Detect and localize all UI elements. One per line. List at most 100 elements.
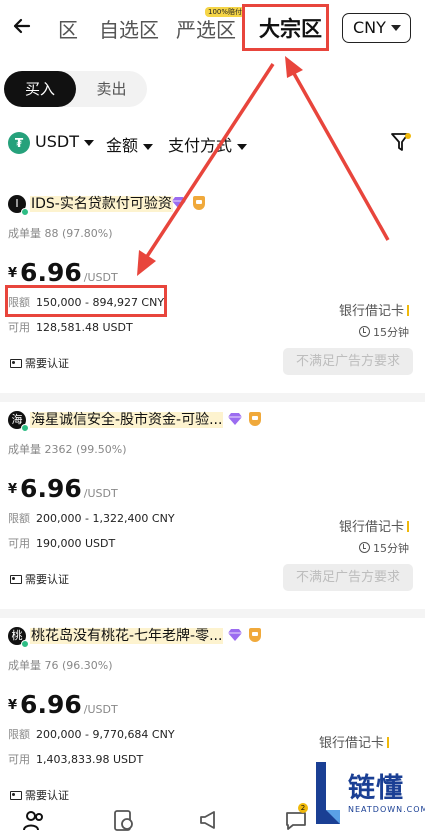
available-value: 128,581.48 USDT [36,321,133,334]
tether-icon: ₮ [8,132,30,154]
available-value: 190,000 USDT [36,537,116,550]
merchant-name[interactable]: IDS-实名贷款付可验资 [30,193,173,213]
annotation-box-tab [242,4,329,51]
amount-filter-label: 金额 [106,136,139,155]
merchant-name-text: 桃花岛没有桃花-七年老牌-零... [30,628,224,644]
verification-label: 需要认证 [25,357,69,370]
caret-down-icon [237,143,248,150]
coin-filter-label: USDT [35,132,79,151]
payment-method: 银行借记卡 [339,516,409,535]
divider [0,393,425,402]
merchant-avatar: 海 [8,411,29,432]
tab-favorites[interactable]: 自选区 [99,14,159,43]
order-stats: 成单量 88 (97.80%) [8,225,113,241]
avatar-initial: I [15,197,19,210]
merchant-name-text: IDS-实名贷款付可验资 [30,196,173,212]
filter-bar: ₮ USDT 金额 支付方式 [0,128,425,158]
price: ¥6.96/USDT [8,258,118,287]
verification-label: 需要认证 [25,789,69,802]
merchant-name-text: 海星诚信安全-股市资金-可验... [30,412,224,428]
amount-filter[interactable]: 金额 [106,132,154,156]
watermark-logo: 链懂 NEATDOWN.COM [308,760,425,830]
buy-tab[interactable]: 买入 [4,71,76,107]
order-stats: 成单量 76 (96.30%) [8,657,113,673]
chat-badge: 2 [298,803,308,813]
megaphone-icon[interactable] [197,808,221,831]
orders-value: 2362 (99.50%) [44,443,127,456]
online-status-dot [21,208,29,216]
requirement-not-met-button[interactable]: 不满足广告方要求 [283,564,413,591]
deposit-shield-icon [193,196,205,210]
watermark-l-icon [316,762,340,824]
orders-label: 成单量 [8,659,41,672]
limit-label: 限额 [8,512,30,525]
payment-color-bar [407,305,409,316]
price-unit: /USDT [83,271,118,284]
price-unit: /USDT [83,487,118,500]
verification-required: 需要认证 [10,787,69,803]
top-bar: 区 自选区 严选区 100%赔付 大宗区 CNY [0,0,425,56]
payment-time-value: 15分钟 [373,326,409,339]
payment-method: 银行借记卡 [339,300,409,319]
clock-icon [359,542,370,553]
limit-row: 限额 200,000 - 9,770,684 CNY [8,726,175,742]
order-stats: 成单量 2362 (99.50%) [8,441,127,457]
payment-method-label: 银行借记卡 [338,304,404,319]
merchant-name[interactable]: 海星诚信安全-股市资金-可验... [30,409,224,429]
divider [0,609,425,618]
price: ¥6.96/USDT [8,690,118,719]
online-status-dot [21,424,29,432]
deposit-shield-icon [249,628,261,642]
filter-funnel-icon[interactable] [390,130,412,154]
available-label: 可用 [8,537,30,550]
orders-value: 88 (97.80%) [44,227,113,240]
diamond-merchant-icon [172,197,186,209]
diamond-merchant-icon [228,629,242,641]
tab-partial[interactable]: 区 [58,14,78,43]
merchant-avatar: 桃 [8,627,29,648]
available-value: 1,403,833.98 USDT [36,753,144,766]
payment-filter-label: 支付方式 [168,136,233,155]
orders-clock-icon[interactable] [112,808,136,831]
price-unit: /USDT [83,703,118,716]
id-card-icon [10,791,22,800]
annotation-arrowhead [285,56,303,78]
tab-selected[interactable]: 严选区 [176,14,236,43]
verification-label: 需要认证 [25,573,69,586]
available-row: 可用 1,403,833.98 USDT [8,751,143,767]
users-icon[interactable] [22,808,46,831]
payment-time-value: 15分钟 [373,542,409,555]
coin-filter[interactable]: USDT [35,132,94,151]
sell-tab[interactable]: 卖出 [76,71,147,107]
currency-symbol: ¥ [8,698,18,713]
requirement-not-met-button[interactable]: 不满足广告方要求 [283,348,413,375]
price-value: 6.96 [20,690,82,719]
price-value: 6.96 [20,474,82,503]
currency-symbol: ¥ [8,266,18,281]
back-arrow-icon[interactable] [8,12,36,40]
diamond-merchant-icon [228,413,242,425]
avatar-initial: 海 [11,413,23,426]
payment-method-label: 银行借记卡 [318,736,384,751]
available-label: 可用 [8,321,30,334]
limit-value: 200,000 - 9,770,684 CNY [36,728,175,741]
limit-label: 限额 [8,728,30,741]
caret-down-icon [143,143,154,150]
merchant-name[interactable]: 桃花岛没有桃花-七年老牌-零... [30,625,224,645]
payment-method-label: 银行借记卡 [338,520,404,535]
ad-card[interactable]: 海 海星诚信安全-股市资金-可验... 成单量 2362 (99.50%) ¥6… [0,408,425,618]
avatar-initial: 桃 [11,629,23,642]
orders-label: 成单量 [8,227,41,240]
compensation-badge: 100%赔付 [205,7,246,17]
orders-value: 76 (96.30%) [44,659,113,672]
currency-symbol: ¥ [8,482,18,497]
limit-value: 200,000 - 1,322,400 CNY [36,512,175,525]
price-value: 6.96 [20,258,82,287]
currency-select[interactable]: CNY [342,13,411,43]
clock-icon [359,326,370,337]
available-label: 可用 [8,753,30,766]
payment-filter[interactable]: 支付方式 [168,132,248,156]
orders-label: 成单量 [8,443,41,456]
id-card-icon [10,575,22,584]
deposit-shield-icon [249,412,261,426]
